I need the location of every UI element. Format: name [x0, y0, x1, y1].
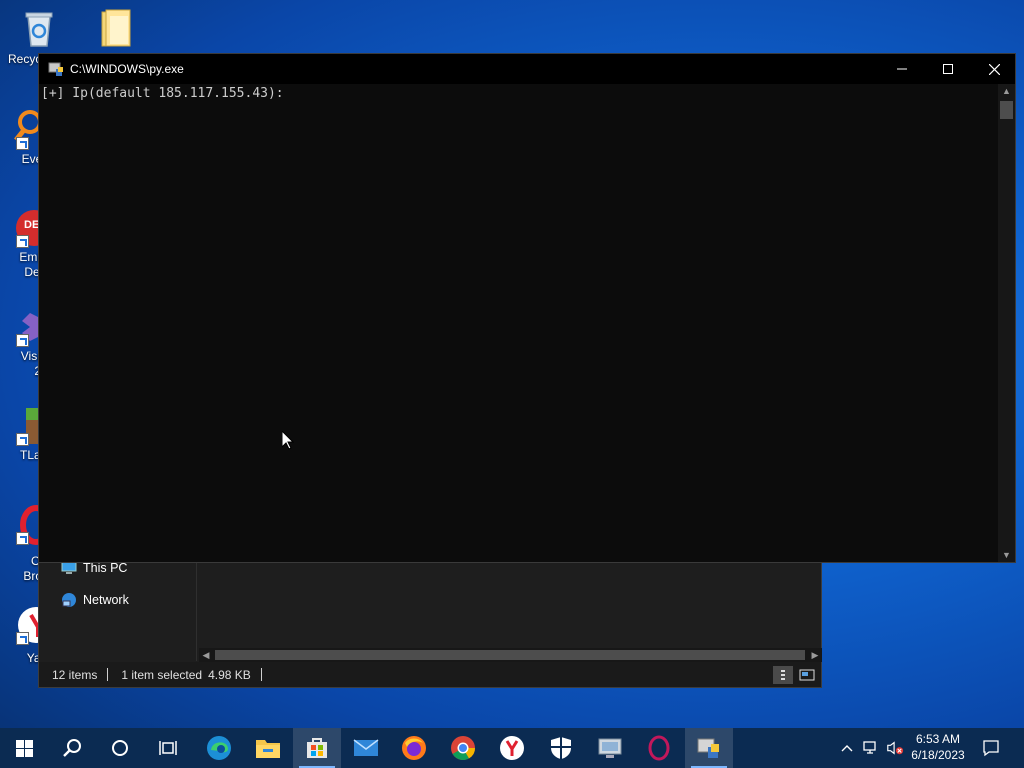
taskbar-app-chrome[interactable]: [439, 728, 487, 768]
everything-search-icon: [0, 108, 42, 150]
scroll-right-icon[interactable]: ▶: [808, 648, 822, 662]
taskbar-app-store[interactable]: [293, 728, 341, 768]
tlauncher-icon: [0, 404, 46, 446]
horizontal-scrollbar[interactable]: ◀ ▶: [199, 648, 822, 662]
mail-icon: [353, 739, 379, 756]
console-window[interactable]: C:\WINDOWS\py.exe [+] Ip(default 185.117…: [38, 53, 1016, 563]
recycle-bin-icon: [18, 8, 60, 50]
vertical-scrollbar[interactable]: ▲ ▼: [998, 84, 1015, 562]
nav-item-label: Network: [83, 593, 129, 607]
folder-icon: [96, 8, 138, 50]
taskbar-app-firefox[interactable]: [390, 728, 438, 768]
close-button[interactable]: [971, 54, 1017, 84]
visual-studio-icon: [0, 305, 42, 347]
start-button[interactable]: [0, 728, 48, 768]
python-launcher-icon: [697, 738, 719, 758]
opera-icon: [0, 503, 52, 545]
maximize-button[interactable]: [925, 54, 971, 84]
minimize-icon: [897, 68, 907, 70]
cortana-icon: [112, 740, 128, 756]
status-divider: [260, 668, 262, 681]
scroll-down-icon[interactable]: ▼: [998, 548, 1015, 562]
notification-icon: [983, 740, 999, 757]
yandex-icon: [0, 603, 54, 645]
remote-desktop-icon: [598, 738, 622, 758]
scrollbar-thumb[interactable]: [1000, 101, 1013, 119]
shield-icon: [551, 737, 571, 759]
taskbar-app-opera[interactable]: [635, 728, 683, 768]
system-clock[interactable]: 6:53 AM 6/18/2023: [905, 731, 971, 763]
nav-item-network[interactable]: Network: [61, 589, 129, 611]
this-pc-icon: [61, 561, 77, 574]
details-view-button[interactable]: [773, 666, 793, 684]
opera-gx-icon: [648, 735, 670, 761]
search-button[interactable]: [48, 728, 96, 768]
edge-icon: [207, 736, 231, 760]
taskbar-app-remote-desktop[interactable]: [586, 728, 634, 768]
clock-time: 6:53 AM: [915, 732, 961, 746]
window-title: C:\WINDOWS\py.exe: [70, 62, 184, 76]
file-explorer-icon: [256, 740, 280, 758]
console-titlebar[interactable]: C:\WINDOWS\py.exe: [39, 54, 1015, 84]
store-icon: [307, 738, 327, 758]
details-view-icon: [781, 670, 785, 680]
large-icons-view-button[interactable]: [797, 666, 817, 684]
taskbar-app-file-explorer[interactable]: [244, 728, 292, 768]
selection-info: 1 item selected: [121, 667, 203, 682]
close-icon: [988, 63, 1000, 75]
search-icon: [63, 739, 81, 757]
taskbar: 6:53 AM 6/18/2023: [0, 728, 1024, 768]
yandex-browser-icon: [500, 736, 524, 760]
taskbar-app-mail[interactable]: [342, 728, 390, 768]
firefox-icon: [402, 736, 426, 760]
chrome-icon: [451, 736, 475, 761]
scrollbar-thumb[interactable]: [215, 650, 805, 660]
chevron-up-icon: [841, 745, 853, 752]
embarcadero-dev-cpp-icon: DE: [0, 206, 52, 248]
volume-button[interactable]: [886, 739, 904, 757]
item-count: 12 items: [52, 667, 98, 682]
task-view-icon: [159, 741, 177, 755]
cortana-button[interactable]: [96, 728, 144, 768]
mouse-cursor-icon: [282, 431, 294, 450]
show-hidden-icons-button[interactable]: [838, 739, 856, 757]
python-launcher-icon: [48, 61, 64, 77]
shortcut-arrow-icon: [16, 235, 29, 248]
console-output[interactable]: [+] Ip(default 185.117.155.43):: [39, 84, 999, 562]
maximize-icon: [943, 64, 953, 74]
selection-size: 4.98 KB: [208, 667, 251, 682]
network-wired-icon: [863, 741, 876, 754]
shortcut-arrow-icon: [16, 137, 29, 150]
task-view-button[interactable]: [144, 728, 192, 768]
volume-muted-icon: [887, 741, 904, 755]
minimize-button[interactable]: [879, 54, 925, 84]
scroll-up-icon[interactable]: ▲: [998, 84, 1015, 98]
shortcut-arrow-icon: [16, 632, 29, 645]
clock-date: 6/18/2023: [911, 748, 965, 762]
navigation-pane: This PC Network: [39, 553, 197, 661]
scroll-left-icon[interactable]: ◀: [199, 648, 213, 662]
shortcut-arrow-icon: [16, 433, 29, 446]
taskbar-app-python[interactable]: [685, 728, 733, 768]
large-icons-view-icon: [799, 669, 815, 681]
action-center-button[interactable]: [982, 739, 1000, 757]
taskbar-app-edge[interactable]: [195, 728, 243, 768]
taskbar-app-security[interactable]: [537, 728, 585, 768]
windows-logo-icon: [15, 739, 33, 757]
svg-text:DE: DE: [24, 219, 39, 231]
file-explorer-window: This PC Network ◀ ▶ 12 items 1 item sele…: [38, 552, 822, 688]
status-bar: 12 items 1 item selected 4.98 KB: [39, 662, 821, 687]
network-status-button[interactable]: [862, 739, 880, 757]
shortcut-arrow-icon: [16, 334, 29, 347]
network-icon: [62, 593, 76, 607]
desktop-icon-folder[interactable]: [80, 8, 154, 50]
taskbar-app-yandex[interactable]: [488, 728, 536, 768]
shortcut-arrow-icon: [16, 532, 29, 545]
nav-item-label: This PC: [83, 561, 128, 575]
